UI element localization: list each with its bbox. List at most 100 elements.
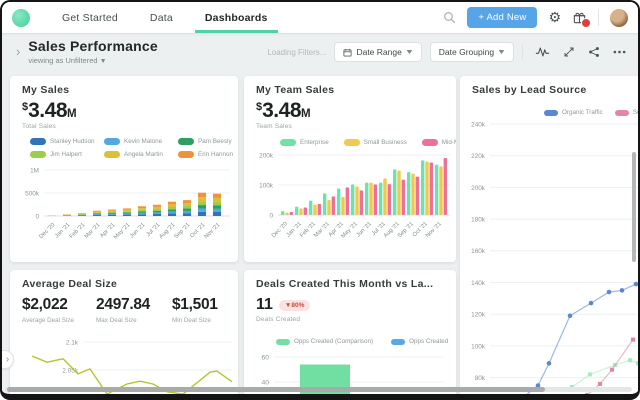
- stacked-bar-chart[interactable]: 1M500k0Dec '20Jan '21Feb '21Mar '21Apr '…: [16, 164, 232, 260]
- legend-item[interactable]: Small Business: [343, 139, 407, 146]
- svg-text:60: 60: [261, 354, 269, 361]
- header-divider: [522, 44, 523, 60]
- card-average-deal-size: Average Deal Size $2,022 Average Deal Si…: [10, 270, 238, 394]
- legend-item[interactable]: Jim Halpert: [30, 151, 94, 158]
- card-title: Sales by Lead Source: [472, 84, 587, 96]
- date-grouping-button[interactable]: Date Grouping ▼: [429, 42, 514, 62]
- comparison-bar-chart[interactable]: 60 40: [244, 353, 456, 400]
- legend-row: Organic Traffic Social: [544, 109, 638, 116]
- browser-frame: Get Started Data Dashboards + Add New ⚙ …: [0, 0, 640, 400]
- legend-swatch: [178, 151, 194, 158]
- grouped-bar-chart[interactable]: 200k100k0Dec '20Jan '21Feb '21Mar '21Apr…: [248, 149, 452, 259]
- nav-link-dashboards[interactable]: Dashboards: [189, 2, 284, 33]
- fullscreen-icon[interactable]: [563, 46, 575, 58]
- card-title: Average Deal Size: [22, 278, 118, 290]
- header-controls: Loading Filters... Date Range ▼ Date Gro…: [267, 42, 626, 62]
- legend-swatch: [343, 139, 360, 146]
- legend-item[interactable]: Social: [614, 109, 638, 116]
- legend-row: Jim Halpert Angela Martin Erin Hannon: [30, 151, 233, 158]
- search-icon[interactable]: [443, 11, 456, 24]
- line-chart[interactable]: 240k 220k 200k 180k 160k 140k 120k 100k 80k: [460, 116, 640, 398]
- dashboard-header: › Sales Performance viewing as Unfiltere…: [2, 35, 638, 69]
- horizontal-scrollbar-track[interactable]: [5, 387, 632, 392]
- stat-min: $1,501 Min Deal Size: [171, 296, 218, 324]
- legend-swatch: [280, 139, 296, 146]
- more-options-icon[interactable]: [613, 46, 626, 58]
- user-avatar[interactable]: [610, 8, 628, 27]
- add-new-button[interactable]: + Add New: [467, 7, 538, 28]
- calendar-icon: [343, 48, 353, 57]
- total-sales-value: $3.48 M: [22, 99, 77, 122]
- svg-text:120k: 120k: [471, 312, 486, 319]
- breadcrumb-chevron-icon[interactable]: ›: [16, 44, 20, 59]
- loading-filters-text: Loading Filters...: [267, 47, 327, 57]
- legend-item[interactable]: Mid-Market: [421, 139, 456, 146]
- legend-item[interactable]: Kevin Malone: [104, 138, 168, 145]
- legend-row: Opps Created (Comparison) Opps Created: [276, 338, 448, 345]
- dashboard-title-block: Sales Performance viewing as Unfiltered …: [28, 38, 158, 65]
- legend-item[interactable]: Pam Beesly: [178, 138, 232, 145]
- horizontal-scrollbar-thumb[interactable]: [7, 387, 545, 392]
- svg-text:100k: 100k: [471, 343, 486, 350]
- svg-text:200k: 200k: [259, 152, 274, 159]
- legend-swatch: [391, 338, 406, 345]
- stat-max: 2497.84 Max Deal Size: [96, 296, 150, 324]
- top-nav: Get Started Data Dashboards + Add New ⚙: [2, 2, 638, 33]
- legend-item[interactable]: Stanley Hudson: [30, 138, 94, 145]
- svg-text:80k: 80k: [475, 375, 486, 382]
- value-caption: Deals Created: [256, 316, 301, 323]
- app-logo-icon[interactable]: [12, 8, 30, 27]
- card-title: Deals Created This Month vs La...: [256, 278, 434, 290]
- nav-divider: [598, 9, 599, 26]
- svg-text:Dec '20: Dec '20: [38, 222, 56, 240]
- svg-text:2.05k: 2.05k: [62, 368, 78, 375]
- nav-link-get-started[interactable]: Get Started: [46, 2, 134, 33]
- svg-text:May '21: May '21: [113, 222, 131, 240]
- pulse-loop-icon[interactable]: [535, 46, 550, 58]
- legend-swatch: [276, 338, 290, 345]
- legend-item[interactable]: Enterprise: [280, 139, 329, 146]
- svg-text:160k: 160k: [471, 248, 486, 255]
- legend-item[interactable]: Organic Traffic: [544, 109, 603, 116]
- svg-text:220k: 220k: [471, 153, 486, 160]
- svg-text:40: 40: [261, 379, 269, 386]
- viewing-as-dropdown[interactable]: viewing as Unfiltered ▼: [28, 56, 157, 65]
- svg-text:Nov '21: Nov '21: [425, 221, 443, 239]
- chevron-down-icon: ▼: [404, 48, 415, 56]
- card-my-team-sales: My Team Sales $3.48 M Team Sales Enterpri…: [244, 76, 456, 262]
- legend-row: Stanley Hudson Kevin Malone Pam Beesly: [30, 138, 232, 145]
- svg-text:Mar '21: Mar '21: [84, 222, 102, 240]
- svg-text:180k: 180k: [471, 217, 486, 224]
- svg-text:Nov '21: Nov '21: [203, 222, 221, 240]
- chevron-down-icon: ▼: [496, 48, 507, 56]
- legend-item[interactable]: Erin Hannon: [178, 151, 233, 158]
- svg-text:0: 0: [269, 212, 273, 219]
- legend-swatch: [104, 138, 120, 145]
- legend-item[interactable]: Opps Created (Comparison): [276, 338, 373, 345]
- legend-swatch: [544, 109, 558, 116]
- legend-item[interactable]: Opps Created: [391, 338, 448, 345]
- trend-badge: ▼80%: [278, 299, 311, 311]
- stat-row: $2,022 Average Deal Size 2497.84 Max Dea…: [22, 296, 230, 324]
- share-icon[interactable]: [588, 46, 600, 58]
- card-title: My Sales: [22, 84, 70, 96]
- header-icon-group: [535, 46, 626, 58]
- svg-text:200k: 200k: [471, 185, 486, 192]
- svg-text:Jun '21: Jun '21: [129, 222, 146, 239]
- legend-swatch: [104, 151, 120, 158]
- svg-text:Feb '21: Feb '21: [69, 222, 87, 240]
- svg-text:Mar '21: Mar '21: [313, 221, 331, 239]
- gift-icon[interactable]: [572, 10, 591, 28]
- svg-text:1M: 1M: [30, 167, 39, 174]
- legend-swatch: [30, 138, 46, 145]
- legend-item[interactable]: Angela Martin: [104, 151, 168, 158]
- vertical-scrollbar-thumb[interactable]: [632, 152, 636, 262]
- nav-link-data[interactable]: Data: [134, 2, 189, 33]
- legend-row: Enterprise Small Business Mid-Market: [280, 139, 456, 146]
- date-range-button[interactable]: Date Range ▼: [334, 42, 422, 62]
- svg-text:500k: 500k: [25, 190, 40, 197]
- team-sales-value: $3.48 M: [256, 99, 311, 122]
- page-title: Sales Performance: [28, 38, 158, 55]
- settings-gear-icon[interactable]: ⚙: [548, 11, 561, 25]
- deals-created-value: 11: [256, 296, 273, 313]
